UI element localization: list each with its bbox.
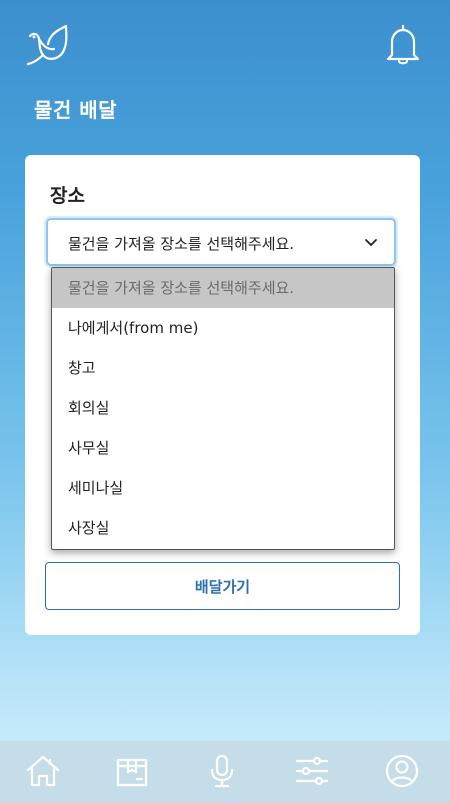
bottom-tab-bar xyxy=(0,741,450,803)
dropdown-option-seminar-room[interactable]: 세미나실 xyxy=(52,468,394,508)
tab-home[interactable] xyxy=(24,752,62,790)
location-label: 장소 xyxy=(50,185,85,207)
top-bar xyxy=(0,0,450,80)
location-select-value: 물건을 가져올 장소를 선택해주세요. xyxy=(68,235,295,253)
dropdown-option-office[interactable]: 사무실 xyxy=(52,428,394,468)
page-title: 물건 배달 xyxy=(34,98,118,122)
dropdown-option-ceo-office[interactable]: 사장실 xyxy=(52,508,394,548)
chevron-down-icon xyxy=(365,239,377,246)
bird-leaf-logo-icon[interactable] xyxy=(24,22,70,68)
location-dropdown: 물건을 가져올 장소를 선택해주세요. 나에게서(from me) 창고 회의실… xyxy=(51,267,395,550)
dropdown-option-meeting-room[interactable]: 회의실 xyxy=(52,388,394,428)
dropdown-option-from-me[interactable]: 나에게서(from me) xyxy=(52,308,394,348)
tab-package[interactable] xyxy=(113,752,151,790)
tab-profile[interactable] xyxy=(383,752,421,790)
package-icon xyxy=(116,758,148,787)
user-icon xyxy=(385,754,419,788)
dropdown-option-placeholder[interactable]: 물건을 가져올 장소를 선택해주세요. xyxy=(52,268,394,308)
sliders-icon xyxy=(295,756,329,786)
location-select[interactable]: 물건을 가져올 장소를 선택해주세요. xyxy=(46,218,396,266)
tab-voice[interactable] xyxy=(203,752,241,790)
bell-icon[interactable] xyxy=(383,22,423,66)
deliver-button[interactable]: 배달가기 xyxy=(45,562,400,610)
dropdown-option-warehouse[interactable]: 창고 xyxy=(52,348,394,388)
home-icon xyxy=(26,755,60,787)
tab-settings[interactable] xyxy=(293,752,331,790)
microphone-icon xyxy=(210,754,234,788)
